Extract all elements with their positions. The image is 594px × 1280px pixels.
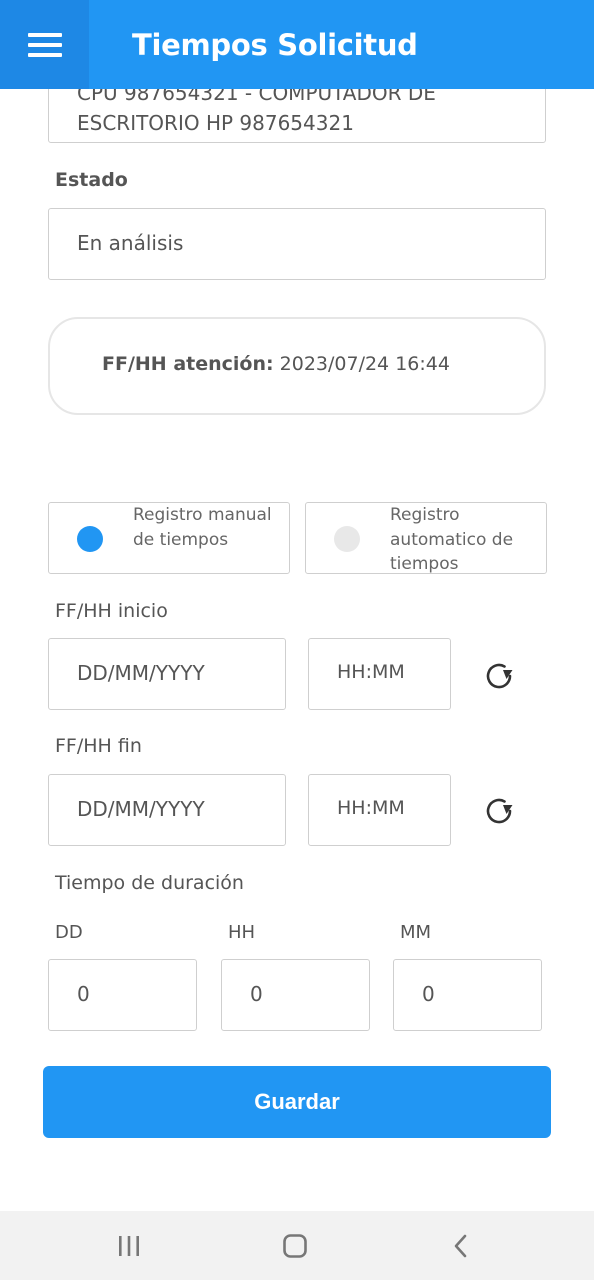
form-content[interactable]: CPU 987654321 - COMPUTADOR DE ESCRITORIO… — [0, 89, 594, 1211]
equipo-value: CPU 987654321 - COMPUTADOR DE ESCRITORIO… — [77, 89, 436, 135]
hh-input[interactable]: 0 — [221, 959, 370, 1031]
save-button[interactable]: Guardar — [43, 1066, 551, 1138]
estado-value: En análisis — [77, 231, 184, 255]
inicio-date-placeholder: DD/MM/YYYY — [77, 661, 205, 685]
refresh-icon[interactable] — [481, 658, 517, 694]
atencion-card: FF/HH atención: 2023/07/24 16:44 — [48, 317, 546, 415]
recent-apps-icon[interactable] — [89, 1211, 169, 1280]
inicio-time-placeholder: HH:MM — [337, 661, 405, 683]
back-icon[interactable] — [421, 1211, 501, 1280]
fin-date-placeholder: DD/MM/YYYY — [77, 797, 205, 821]
radio-label-automatico: Registro automatico de tiempos — [390, 505, 514, 574]
inicio-label: FF/HH inicio — [55, 600, 168, 622]
save-button-label: Guardar — [254, 1089, 340, 1114]
dd-value: 0 — [77, 982, 90, 1006]
page-title: Tiempos Solicitud — [132, 28, 418, 62]
radio-selected-icon — [77, 526, 103, 552]
radio-unselected-icon — [334, 526, 360, 552]
fin-date-input[interactable]: DD/MM/YYYY — [48, 774, 286, 846]
mm-value: 0 — [422, 982, 435, 1006]
equipo-field[interactable]: CPU 987654321 - COMPUTADOR DE ESCRITORIO… — [48, 89, 546, 143]
radio-registro-automatico[interactable]: Registro automatico de tiempos — [305, 502, 547, 574]
app-bar: Tiempos Solicitud — [0, 0, 594, 89]
fin-label: FF/HH fin — [55, 735, 142, 757]
duracion-label: Tiempo de duración — [55, 872, 244, 894]
menu-button[interactable] — [0, 0, 89, 89]
mm-input[interactable]: 0 — [393, 959, 542, 1031]
dd-input[interactable]: 0 — [48, 959, 197, 1031]
atencion-value: 2023/07/24 16:44 — [279, 353, 450, 375]
dd-label: DD — [55, 922, 83, 943]
hamburger-menu-icon — [27, 32, 62, 57]
hh-label: HH — [228, 922, 256, 943]
fin-time-placeholder: HH:MM — [337, 797, 405, 819]
mm-label: MM — [400, 922, 432, 943]
hh-value: 0 — [250, 982, 263, 1006]
radio-registro-manual[interactable]: Registro manual de tiempos — [48, 502, 290, 574]
fin-time-input[interactable]: HH:MM — [308, 774, 451, 846]
atencion-label: FF/HH atención: — [102, 353, 274, 375]
refresh-icon[interactable] — [481, 793, 517, 829]
estado-label: Estado — [55, 169, 128, 191]
radio-label-manual: Registro manual de tiempos — [133, 505, 272, 550]
system-nav-bar — [0, 1211, 594, 1280]
inicio-time-input[interactable]: HH:MM — [308, 638, 451, 710]
estado-field[interactable]: En análisis — [48, 208, 546, 280]
inicio-date-input[interactable]: DD/MM/YYYY — [48, 638, 286, 710]
home-icon[interactable] — [255, 1211, 335, 1280]
atencion-row: FF/HH atención: 2023/07/24 16:44 — [102, 353, 450, 375]
